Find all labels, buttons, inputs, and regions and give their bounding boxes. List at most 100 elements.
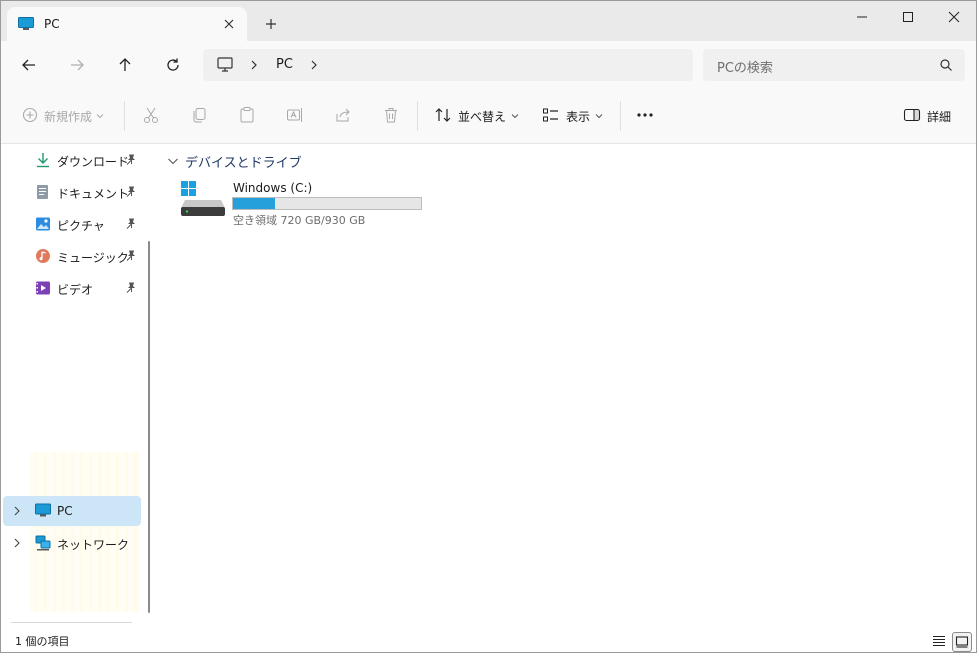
chevron-down-icon [511, 109, 519, 123]
chevron-down-icon [96, 109, 104, 123]
group-header[interactable]: デバイスとドライブ [167, 152, 302, 171]
separator [620, 101, 621, 131]
copy-button[interactable] [190, 106, 208, 126]
search-icon[interactable] [939, 58, 953, 75]
view-label: 表示 [566, 109, 591, 124]
large-icons-view-icon[interactable] [952, 632, 972, 652]
maximize-icon[interactable] [885, 5, 931, 29]
plus-circle-icon [22, 107, 38, 126]
view-button[interactable]: 表示 [542, 106, 603, 126]
pin-icon[interactable] [125, 281, 137, 296]
separator [417, 101, 418, 131]
details-view-icon[interactable] [930, 632, 948, 650]
drive-item[interactable]: Windows (C:) 空き領域 720 GB/930 GB [181, 180, 441, 230]
new-button[interactable]: 新規作成 [22, 106, 104, 126]
search-placeholder: PCの検索 [717, 61, 773, 76]
delete-button[interactable] [382, 106, 400, 126]
nav-scrollbar[interactable] [148, 241, 150, 613]
more-button[interactable] [636, 106, 654, 126]
content-area: デバイスとドライブ Windows (C:) 空き領域 720 GB/930 G… [159, 144, 976, 629]
sort-icon [434, 106, 452, 127]
more-icon [636, 106, 654, 127]
address-row: PC PCの検索 [1, 41, 976, 89]
pin-icon[interactable] [125, 185, 137, 200]
chevron-right-icon[interactable] [249, 58, 261, 72]
nav-item-label: PC [57, 504, 73, 518]
forward-icon[interactable] [67, 55, 87, 75]
network-icon [35, 535, 51, 551]
nav-item-videos[interactable]: ビデオ [3, 273, 141, 303]
details-button[interactable]: 詳細 [903, 106, 951, 126]
copy-icon [190, 106, 208, 127]
command-bar: 新規作成 並べ替え 表示 詳細 [1, 89, 976, 144]
nav-item-pictures[interactable]: ピクチャ [3, 209, 141, 239]
nav-item-label: ピクチャ [57, 219, 105, 233]
share-button[interactable] [334, 106, 352, 126]
details-pane-icon [903, 106, 921, 127]
status-bar: 1 個の項目 [1, 629, 976, 652]
nav-item-documents[interactable]: ドキュメント [3, 177, 141, 207]
chevron-right-icon[interactable] [12, 537, 22, 552]
pictures-icon [35, 216, 51, 232]
share-icon [334, 106, 352, 127]
pin-icon[interactable] [125, 217, 137, 232]
search-box[interactable]: PCの検索 [703, 49, 965, 81]
drive-name: Windows (C:) [233, 181, 313, 195]
chevron-down-icon[interactable] [167, 155, 179, 169]
pc-icon [18, 17, 34, 34]
drive-usage-fill [233, 198, 276, 209]
sort-label: 並べ替え [458, 109, 507, 124]
nav-item-network[interactable]: ネットワーク [3, 528, 141, 558]
nav-item-music[interactable]: ミュージック [3, 241, 141, 271]
nav-item-downloads[interactable]: ダウンロード [3, 145, 141, 175]
navigation-pane: ダウンロード ドキュメント ピクチャ ミュージック ビデオ PC ネットワーク [1, 144, 142, 629]
music-icon [35, 248, 51, 264]
download-icon [35, 152, 51, 168]
monitor-icon [217, 57, 233, 75]
minimize-icon[interactable] [839, 5, 885, 29]
scissors-icon [142, 106, 160, 127]
view-list-icon [542, 106, 560, 127]
sort-button[interactable]: 並べ替え [434, 106, 519, 126]
rename-icon [286, 106, 304, 127]
cut-button[interactable] [142, 106, 160, 126]
clipboard-icon [238, 106, 256, 127]
new-label: 新規作成 [44, 109, 93, 124]
video-icon [35, 280, 51, 296]
chevron-down-icon [595, 109, 603, 123]
rename-button[interactable] [286, 106, 304, 126]
chevron-right-icon[interactable] [12, 505, 22, 520]
nav-divider [11, 622, 132, 623]
title-bar: PC [1, 1, 976, 41]
refresh-icon[interactable] [163, 55, 183, 75]
nav-item-label: ミュージック [57, 251, 129, 265]
tab-pc[interactable]: PC [7, 7, 247, 41]
drive-icon [181, 180, 227, 221]
breadcrumb-pc[interactable]: PC [276, 57, 293, 72]
drive-usage-bar [232, 197, 422, 210]
nav-item-label: ネットワーク [57, 538, 130, 552]
drive-free-space: 空き領域 720 GB/930 GB [233, 214, 366, 227]
pin-icon[interactable] [125, 249, 137, 264]
nav-item-label: ドキュメント [57, 187, 130, 201]
group-title: デバイスとドライブ [185, 156, 302, 171]
paste-button[interactable] [238, 106, 256, 126]
nav-item-label: ダウンロード [57, 155, 130, 169]
file-explorer-window: PC PC PCの検索 新規作成 並べ替え 表示 詳細 ダウンロード ドキュメン… [0, 0, 977, 653]
separator [124, 101, 125, 131]
trash-icon [382, 106, 400, 127]
address-bar[interactable]: PC [203, 49, 693, 81]
document-icon [35, 184, 51, 200]
close-icon[interactable] [931, 5, 976, 29]
nav-item-label: ビデオ [57, 283, 94, 297]
back-icon[interactable] [19, 55, 39, 75]
pc-icon [35, 503, 51, 519]
new-tab-icon[interactable] [263, 16, 279, 32]
pin-icon[interactable] [125, 153, 137, 168]
tab-title: PC [44, 17, 60, 31]
nav-item-pc[interactable]: PC [3, 496, 141, 526]
tab-close-icon[interactable] [221, 16, 237, 32]
chevron-right-icon[interactable] [309, 58, 321, 72]
details-label: 詳細 [927, 109, 952, 124]
up-icon[interactable] [115, 55, 135, 75]
